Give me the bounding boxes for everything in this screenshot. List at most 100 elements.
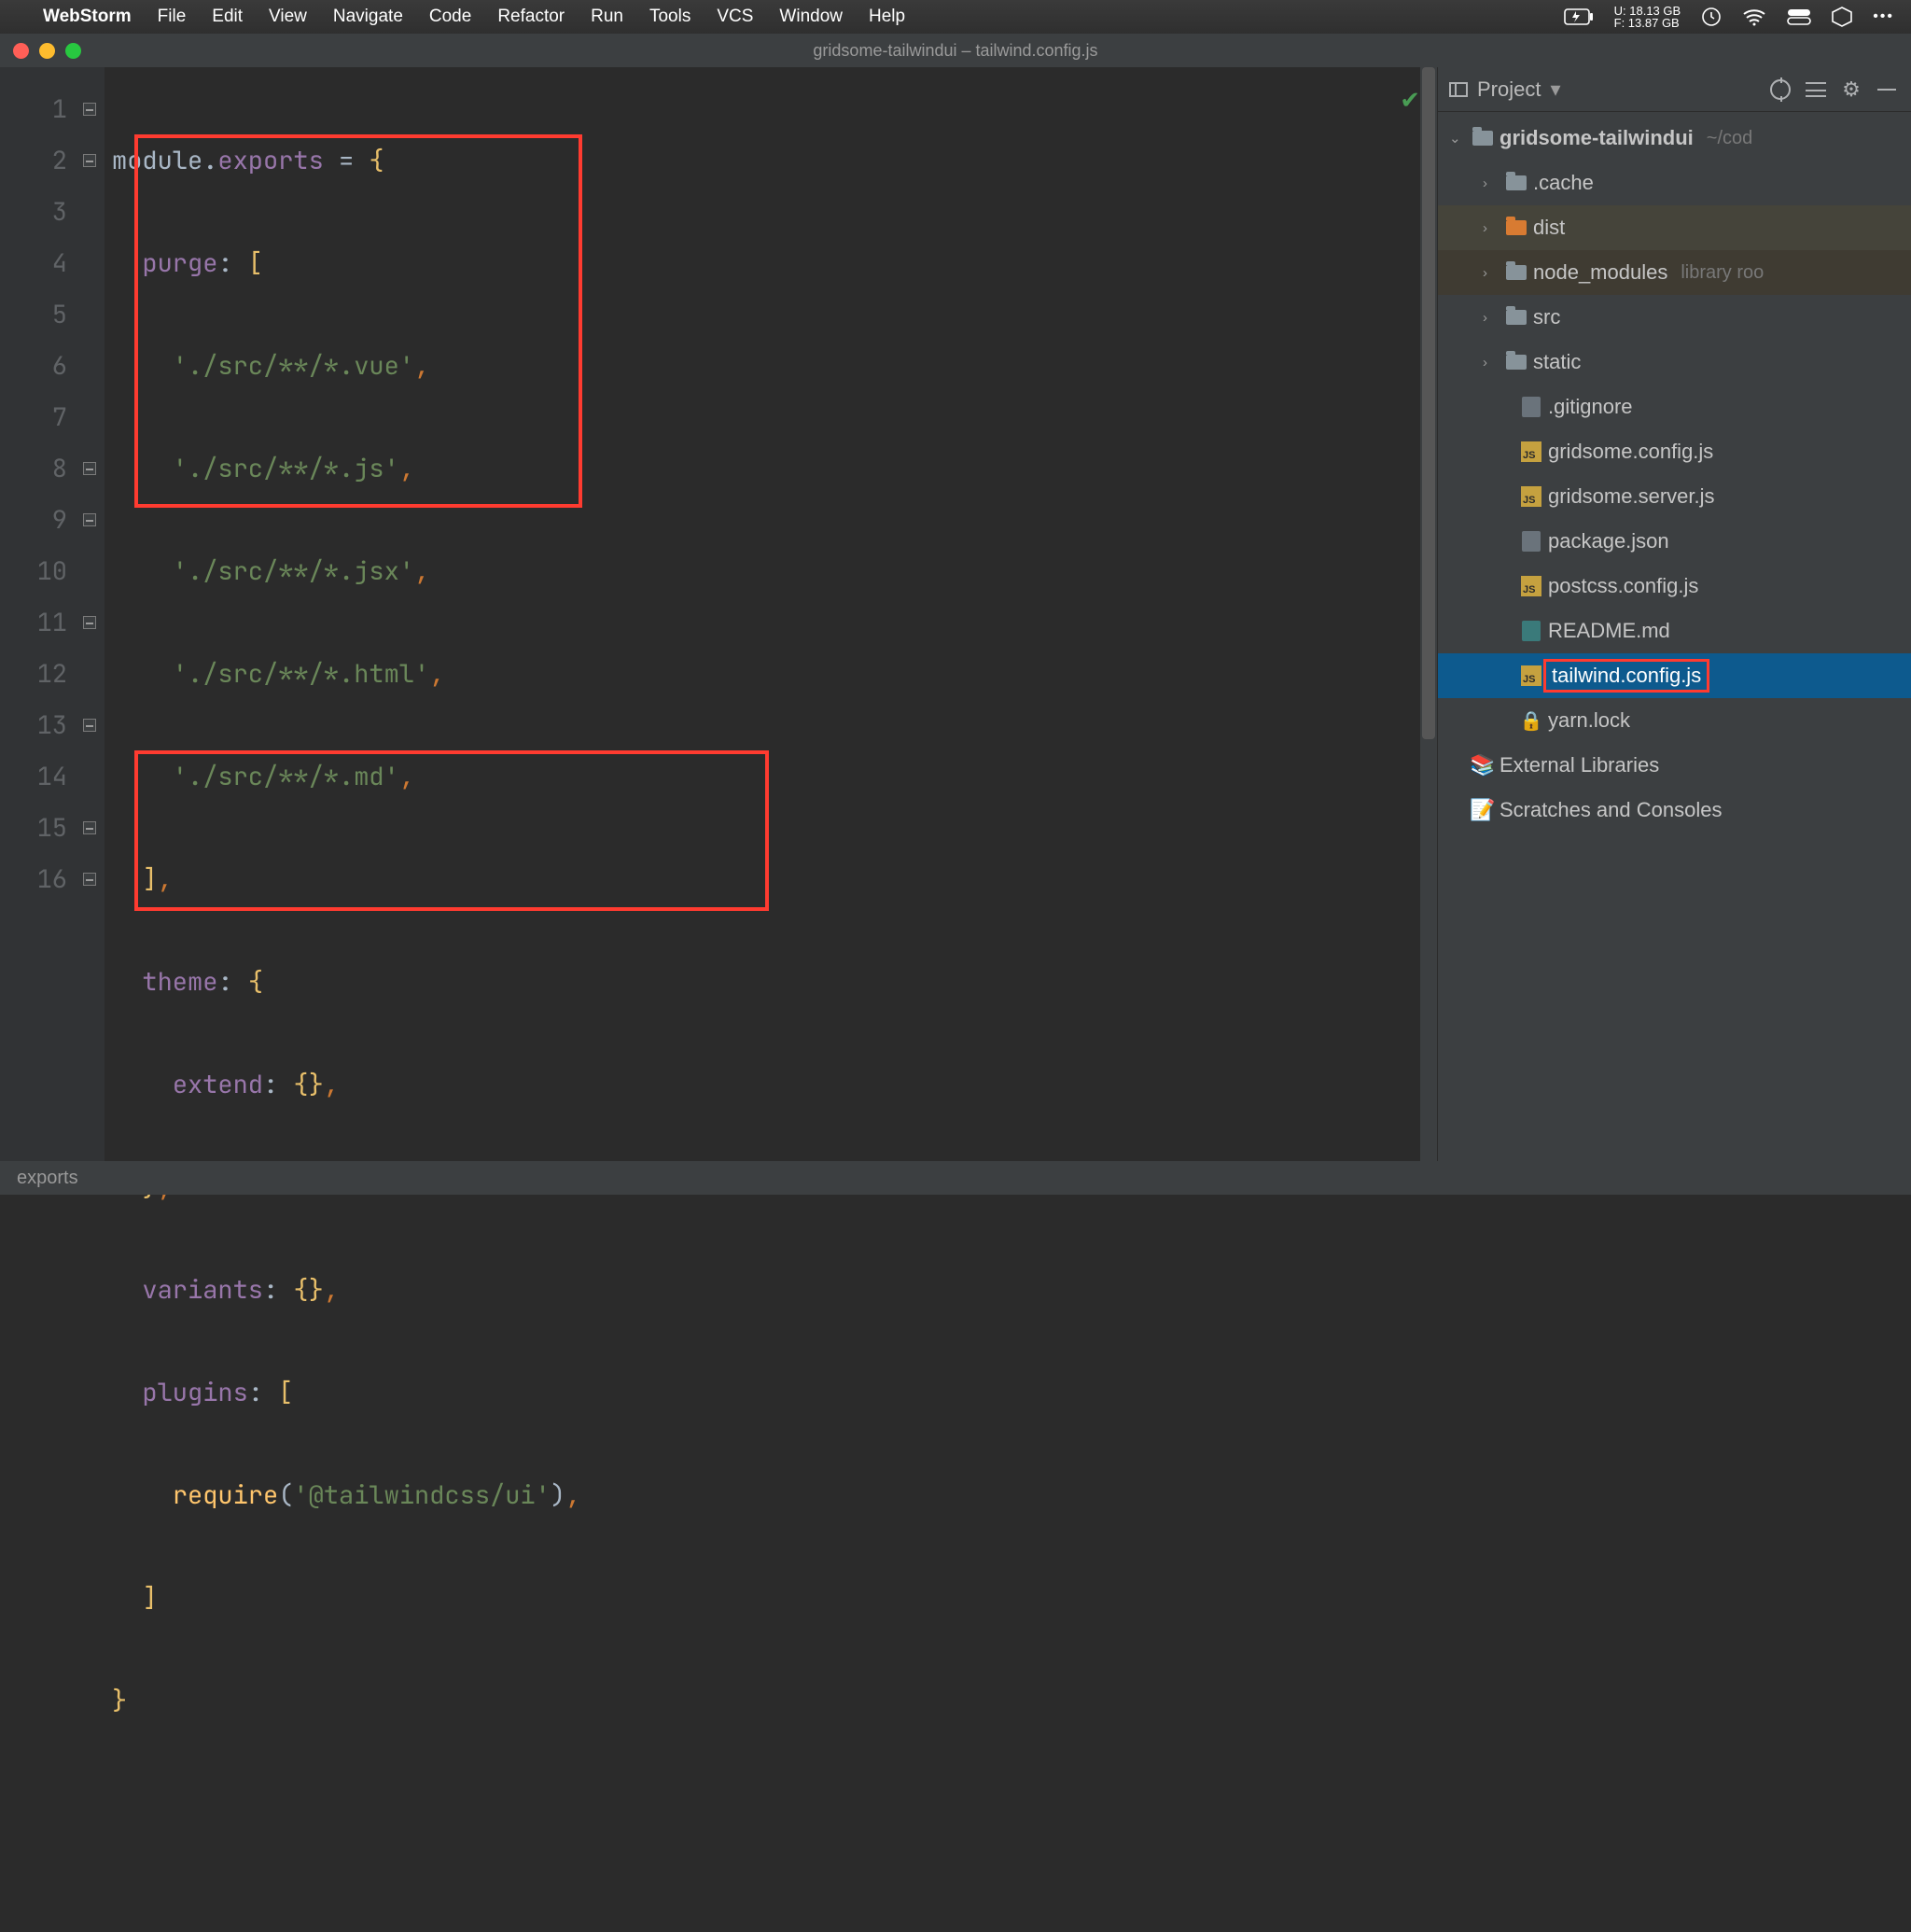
code-token: ,	[399, 452, 414, 485]
line-number: 7	[0, 392, 67, 443]
chevron-down-icon[interactable]: ⌄	[1449, 130, 1466, 147]
fold-column[interactable]	[80, 67, 105, 1161]
tree-label: README.md	[1548, 619, 1670, 643]
tree-scratches[interactable]: 📝 Scratches and Consoles	[1438, 788, 1911, 833]
tree-file-selected[interactable]: JStailwind.config.js	[1438, 653, 1911, 698]
tree-file[interactable]: JSpostcss.config.js	[1438, 564, 1911, 609]
code-token: [	[248, 246, 263, 280]
code-token: {	[369, 144, 384, 177]
fold-marker-icon[interactable]	[83, 821, 96, 834]
tree-file[interactable]: README.md	[1438, 609, 1911, 653]
gear-icon[interactable]: ⚙	[1838, 77, 1864, 103]
overflow-icon[interactable]: •••	[1873, 8, 1894, 25]
tree-folder[interactable]: ›.cache	[1438, 161, 1911, 205]
code-token: :	[217, 246, 247, 280]
tree-external-libraries[interactable]: 📚 External Libraries	[1438, 743, 1911, 788]
fold-marker-icon[interactable]	[83, 719, 96, 732]
disk-usage: U: 18.13 GB F: 13.87 GB	[1614, 5, 1681, 29]
window-close-button[interactable]	[13, 43, 29, 59]
editor-scrollbar[interactable]	[1420, 67, 1437, 1161]
breadcrumb[interactable]: exports	[17, 1168, 78, 1189]
code-token: (	[278, 1478, 293, 1512]
project-tree[interactable]: ⌄ gridsome-tailwindui ~/cod ›.cache ›dis…	[1438, 112, 1911, 1161]
fold-marker-icon[interactable]	[83, 103, 96, 116]
scrollbar-thumb[interactable]	[1422, 67, 1435, 739]
tree-folder[interactable]: ›node_moduleslibrary roo	[1438, 250, 1911, 295]
line-number-gutter[interactable]: 1 2 3 4 5 6 7 8 9 10 11 12 13 14 15 16	[0, 67, 80, 1161]
menu-run[interactable]: Run	[591, 7, 623, 27]
ide-window: gridsome-tailwindui – tailwind.config.js…	[0, 34, 1911, 1195]
fold-marker-icon[interactable]	[83, 462, 96, 475]
app-name[interactable]: WebStorm	[43, 7, 132, 27]
code-token: './src/**/*.js'	[173, 452, 399, 485]
folder-icon	[1472, 131, 1493, 146]
battery-icon[interactable]	[1564, 8, 1594, 25]
clock-icon[interactable]	[1701, 7, 1722, 27]
tree-file[interactable]: 🔒yarn.lock	[1438, 698, 1911, 743]
menu-navigate[interactable]: Navigate	[333, 7, 403, 27]
toolbox-icon[interactable]	[1832, 7, 1852, 27]
chevron-right-icon[interactable]: ›	[1483, 355, 1500, 371]
inspection-ok-icon[interactable]: ✔	[1400, 86, 1420, 115]
code-token: ]	[142, 1581, 157, 1615]
line-number: 1	[0, 84, 67, 135]
menu-tools[interactable]: Tools	[649, 7, 690, 27]
menu-refactor[interactable]: Refactor	[497, 7, 565, 27]
project-title[interactable]: Project	[1477, 77, 1541, 102]
chevron-right-icon[interactable]: ›	[1483, 175, 1500, 191]
menu-edit[interactable]: Edit	[212, 7, 243, 27]
window-titlebar[interactable]: gridsome-tailwindui – tailwind.config.js	[0, 34, 1911, 67]
tree-file[interactable]: package.json	[1438, 519, 1911, 564]
chevron-right-icon[interactable]: ›	[1483, 220, 1500, 236]
hide-icon[interactable]	[1874, 77, 1900, 103]
code-token: exports	[217, 144, 323, 177]
menu-window[interactable]: Window	[779, 7, 843, 27]
tree-file[interactable]: JSgridsome.config.js	[1438, 429, 1911, 474]
code-editor[interactable]: module.exports = { purge: [ './src/**/*.…	[105, 67, 1437, 1161]
project-view-icon	[1449, 82, 1468, 97]
menu-vcs[interactable]: VCS	[717, 7, 753, 27]
code-token: purge	[142, 246, 217, 280]
menu-view[interactable]: View	[269, 7, 307, 27]
tree-folder[interactable]: ›dist	[1438, 205, 1911, 250]
window-minimize-button[interactable]	[39, 43, 55, 59]
tree-root[interactable]: ⌄ gridsome-tailwindui ~/cod	[1438, 116, 1911, 161]
chevron-right-icon[interactable]: ›	[1483, 310, 1500, 326]
chevron-down-icon[interactable]: ▾	[1550, 77, 1560, 102]
fold-marker-icon[interactable]	[83, 154, 96, 167]
fold-marker-icon[interactable]	[83, 616, 96, 629]
line-number: 8	[0, 443, 67, 495]
menu-code[interactable]: Code	[429, 7, 471, 27]
folder-icon	[1506, 265, 1527, 280]
collapse-icon[interactable]	[1803, 77, 1829, 103]
fold-marker-icon[interactable]	[83, 873, 96, 886]
js-file-icon: JS	[1521, 576, 1541, 596]
tree-file[interactable]: .gitignore	[1438, 385, 1911, 429]
tree-folder[interactable]: ›src	[1438, 295, 1911, 340]
libraries-icon: 📚	[1472, 756, 1494, 775]
tree-label: tailwind.config.js	[1548, 664, 1705, 688]
code-token: :	[263, 1068, 293, 1101]
code-token: }	[112, 1684, 127, 1717]
scratches-icon: 📝	[1472, 801, 1494, 819]
locate-icon[interactable]	[1767, 77, 1793, 103]
menu-help[interactable]: Help	[869, 7, 905, 27]
code-token: require	[173, 1478, 278, 1512]
code-token: {}	[293, 1068, 323, 1101]
fold-marker-icon[interactable]	[83, 513, 96, 526]
editor-pane: 1 2 3 4 5 6 7 8 9 10 11 12 13 14 15 16	[0, 67, 1437, 1161]
tree-file[interactable]: JSgridsome.server.js	[1438, 474, 1911, 519]
js-file-icon: JS	[1521, 486, 1541, 507]
chevron-right-icon[interactable]: ›	[1483, 265, 1500, 281]
js-file-icon: JS	[1521, 441, 1541, 462]
wifi-icon[interactable]	[1742, 7, 1766, 26]
tree-label: External Libraries	[1500, 753, 1659, 777]
window-zoom-button[interactable]	[65, 43, 81, 59]
tree-folder[interactable]: ›static	[1438, 340, 1911, 385]
menu-file[interactable]: File	[158, 7, 187, 27]
code-token: ,	[429, 657, 444, 691]
tree-label: Scratches and Consoles	[1500, 798, 1722, 822]
control-center-icon[interactable]	[1787, 8, 1811, 25]
code-token: [	[278, 1376, 293, 1409]
code-token: './src/**/*.md'	[173, 760, 399, 793]
